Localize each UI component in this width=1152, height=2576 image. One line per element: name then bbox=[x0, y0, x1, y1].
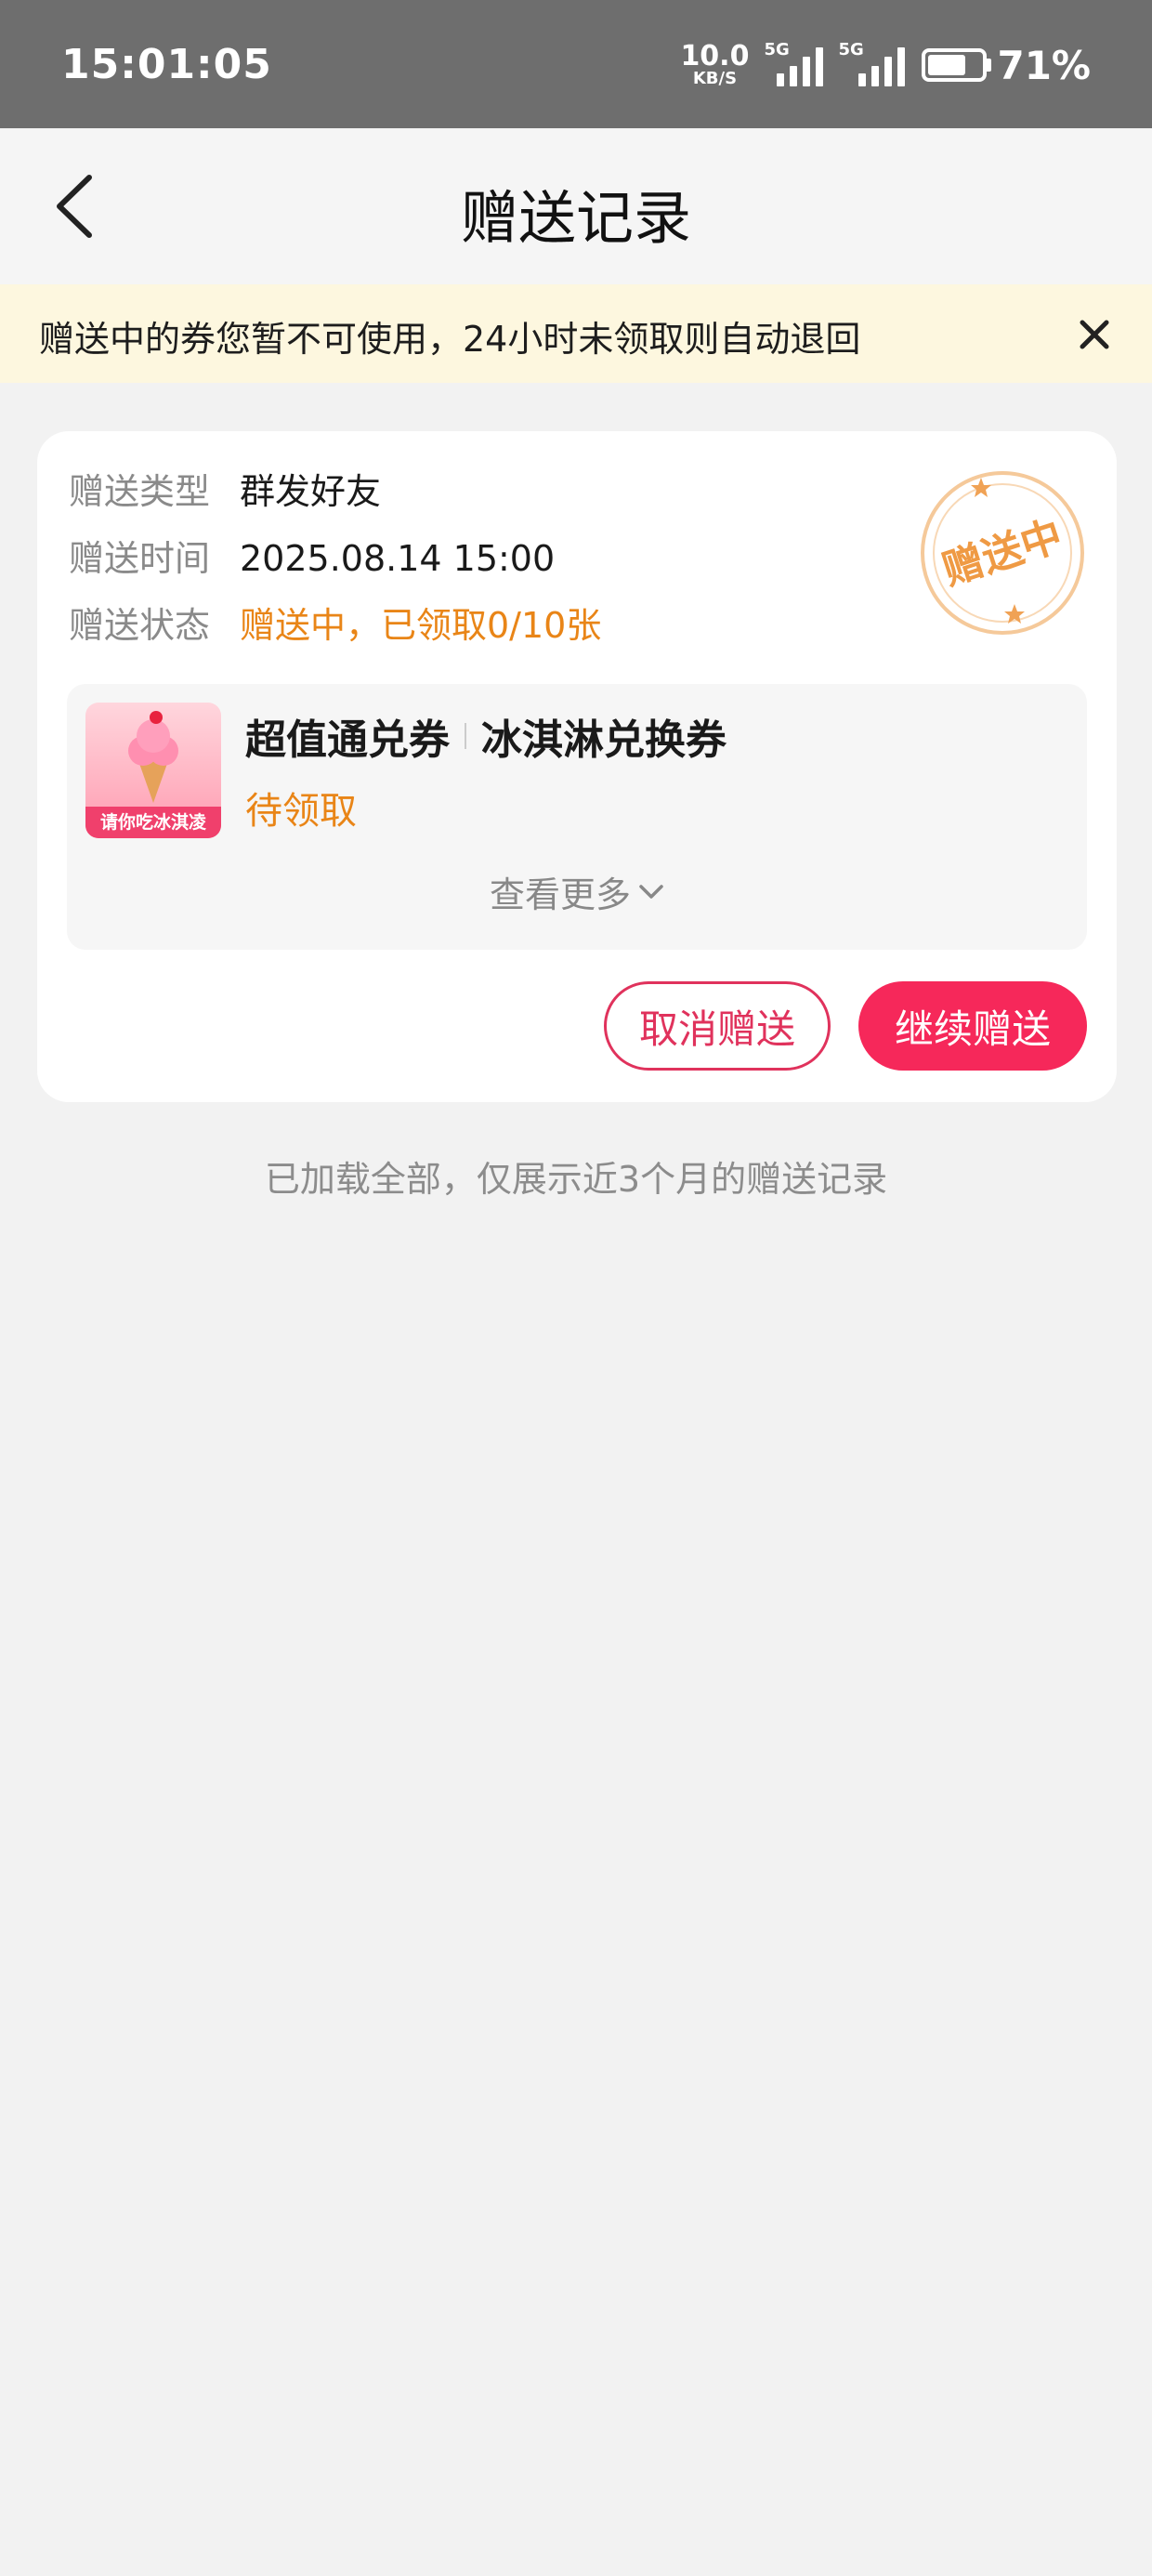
status-icons: 10.0 KB/S 5G 5G 71% bbox=[680, 37, 1091, 93]
battery-fill bbox=[928, 55, 966, 75]
gift-type-label: 赠送类型 bbox=[69, 471, 211, 512]
nav-bar: 赠送记录 bbox=[0, 128, 1152, 284]
status-time: 15:01:05 bbox=[61, 41, 272, 88]
status-bar: 15:01:05 10.0 KB/S 5G 5G 71% bbox=[0, 0, 1152, 128]
ice-cream-icon bbox=[128, 711, 178, 803]
continue-gift-button[interactable]: 继续赠送 bbox=[858, 981, 1087, 1071]
gift-record-card: 赠送类型 群发好友 赠送时间 2025.08.14 15:00 赠送状态 赠送中… bbox=[37, 431, 1117, 1102]
gift-type-value: 群发好友 bbox=[240, 471, 382, 512]
view-more-label: 查看更多 bbox=[489, 874, 631, 915]
gift-status-label: 赠送状态 bbox=[69, 605, 211, 646]
page-title: 赠送记录 bbox=[460, 184, 691, 252]
gift-status-value: 赠送中，已领取0/10张 bbox=[240, 605, 602, 646]
gift-time-label: 赠送时间 bbox=[69, 538, 211, 579]
coupon-category: 超值通兑券 bbox=[245, 716, 450, 764]
list-end-text: 已加载全部，仅展示近3个月的赠送记录 bbox=[264, 1159, 888, 1200]
notice-banner: 赠送中的券您暂不可使用，24小时未领取则自动退回 bbox=[0, 284, 1152, 383]
gift-time-value: 2025.08.14 15:00 bbox=[240, 538, 556, 579]
coupon-name: 冰淇淋兑换券 bbox=[481, 716, 727, 764]
chevron-down-icon bbox=[639, 884, 663, 899]
gift-status-row: 赠送状态 赠送中，已领取0/10张 bbox=[69, 602, 601, 649]
view-more-link[interactable]: 查看更多 bbox=[67, 866, 1087, 917]
cancel-gift-button[interactable]: 取消赠送 bbox=[604, 981, 831, 1071]
signal-5g-2-icon: 5G bbox=[838, 40, 906, 86]
coupon-image: 请你吃冰淇凌 bbox=[85, 703, 221, 838]
gift-time-row: 赠送时间 2025.08.14 15:00 bbox=[69, 535, 555, 582]
stamp-text: 赠送中 bbox=[937, 512, 1068, 595]
network-speed: 10.0 KB/S bbox=[680, 43, 749, 87]
gift-type-row: 赠送类型 群发好友 bbox=[69, 468, 381, 515]
signal-tag: 5G bbox=[838, 40, 864, 59]
coupon-image-caption: 请你吃冰淇凌 bbox=[85, 807, 221, 838]
coupon-title: 超值通兑券 冰淇淋兑换券 bbox=[245, 706, 727, 766]
battery-percent: 71% bbox=[997, 42, 1091, 88]
coupon-status: 待领取 bbox=[245, 790, 357, 833]
battery-icon: 71% bbox=[922, 43, 1091, 88]
close-icon bbox=[1080, 320, 1109, 349]
signal-tag: 5G bbox=[764, 40, 790, 59]
gifting-stamp-icon: 赠送中 bbox=[921, 471, 1084, 635]
network-speed-unit: KB/S bbox=[692, 69, 738, 88]
signal-5g-1-icon: 5G bbox=[764, 40, 824, 86]
notice-text: 赠送中的券您暂不可使用，24小时未领取则自动退回 bbox=[39, 319, 861, 360]
notice-close-button[interactable] bbox=[1067, 307, 1122, 362]
coupon-title-divider bbox=[465, 723, 466, 749]
network-speed-value: 10.0 bbox=[680, 40, 750, 72]
coupon-item[interactable]: 请你吃冰淇凌 超值通兑券 冰淇淋兑换券 待领取 查看更多 bbox=[67, 684, 1087, 950]
